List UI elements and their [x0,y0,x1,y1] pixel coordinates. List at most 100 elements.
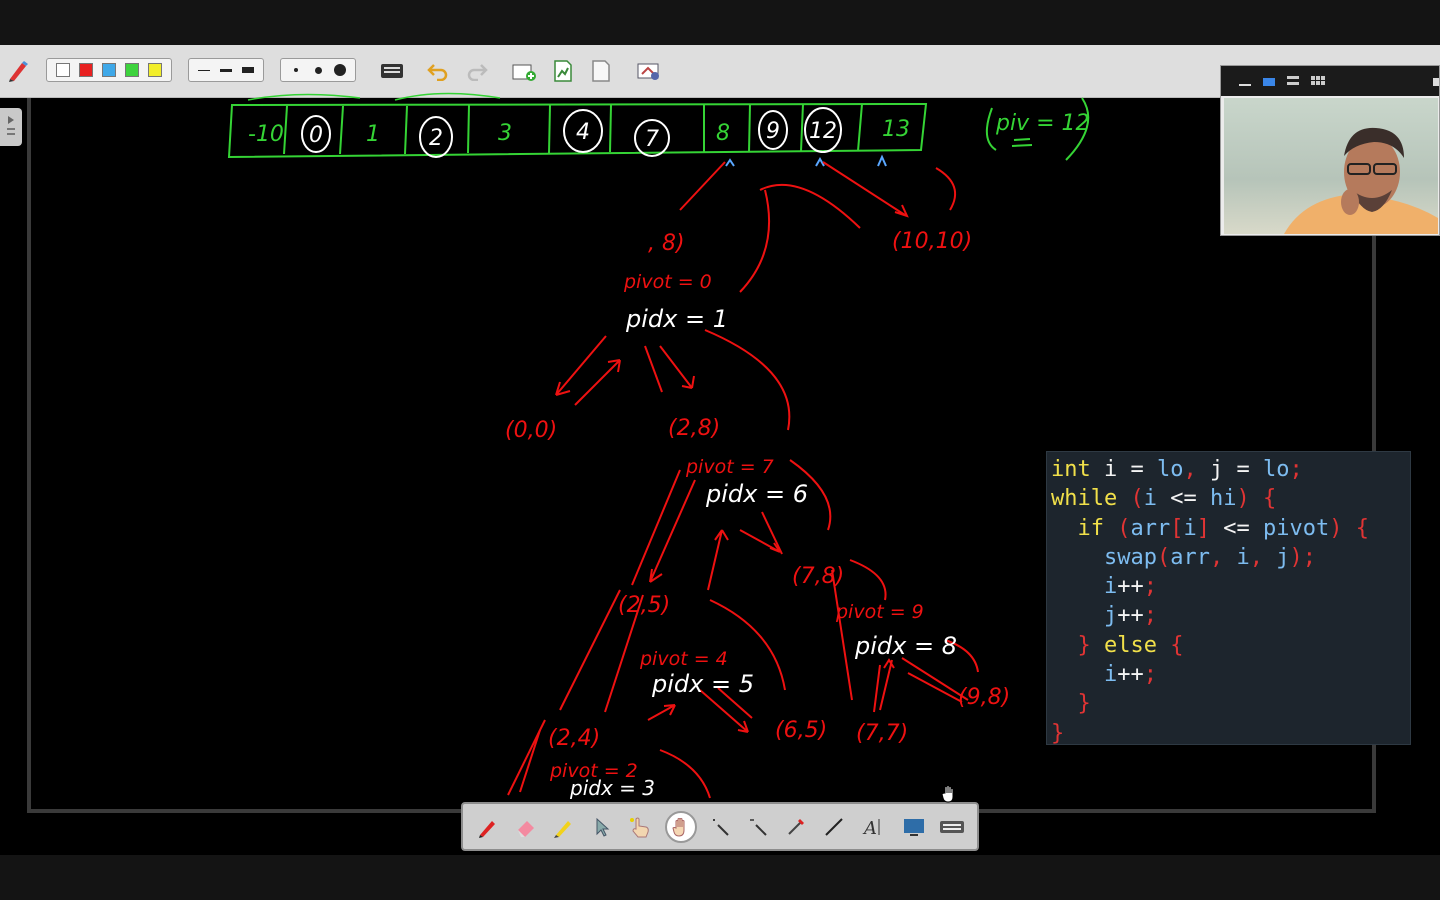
window-top-bar [0,0,1440,45]
code-token: , [1183,457,1210,482]
pan-hand-icon[interactable] [665,811,697,843]
zoom-in-icon[interactable] [707,814,733,840]
code-token: ++ [1117,603,1144,629]
color-swatch-white[interactable] [55,63,70,77]
code-token: , [1209,544,1237,570]
line-width-group [188,58,264,82]
eraser-icon[interactable] [513,814,539,840]
code-line: int i = lo, j = lo; [1051,455,1406,484]
code-token: = [1236,457,1263,482]
code-token: } [1051,720,1065,746]
screen-icon[interactable] [901,814,927,840]
zoom-out-icon[interactable] [745,814,771,840]
code-token: ] [1196,515,1224,541]
pen-tool-icon[interactable] [5,58,31,84]
code-token: ; [1143,574,1157,600]
color-swatch-green[interactable] [125,63,140,77]
code-token: ; [1143,662,1157,688]
code-token: } [1051,632,1104,658]
side-panel-toggle[interactable] [0,108,22,146]
code-token: ++ [1117,574,1144,600]
keyboard-icon[interactable] [379,58,405,84]
code-line: if (arr[i] <= pivot) { [1051,514,1406,543]
svg-text:A: A [862,818,877,838]
add-page-icon[interactable] [511,58,537,84]
line-width-thick[interactable] [239,67,257,73]
keyboard-icon[interactable] [939,814,965,840]
brush-icon[interactable] [783,814,809,840]
code-snippet-panel: int i = lo, j = lo; while (i <= hi) { if … [1046,451,1411,748]
code-token: ( [1117,515,1131,541]
code-token: ); [1289,544,1316,570]
code-token: int [1051,457,1104,482]
code-token: ++ [1117,662,1144,688]
list-icon[interactable] [1287,76,1299,85]
code-token: ) { [1236,486,1277,512]
code-token: swap [1051,544,1157,570]
color-swatch-yellow[interactable] [148,63,163,77]
code-token: j [1209,457,1237,482]
text-tool-icon[interactable]: A [861,814,887,840]
code-line: } else { [1051,631,1406,660]
minimize-icon[interactable] [1239,84,1251,86]
line-width-thin[interactable] [195,69,213,71]
export-page-icon[interactable] [550,58,576,84]
code-token: i [1183,515,1197,541]
redo-icon[interactable] [464,58,490,84]
line-icon[interactable] [821,814,847,840]
code-token: , [1249,544,1277,570]
code-token: ; [1143,603,1157,629]
color-swatch-blue[interactable] [101,63,116,77]
drawing-tools-bar: A [461,802,979,851]
grid-icon[interactable] [1311,76,1325,85]
dot-size-medium[interactable] [309,66,327,74]
dot-size-group [280,58,356,82]
dot-size-small[interactable] [287,68,305,72]
code-token: arr [1130,515,1171,541]
highlighter-icon[interactable] [551,814,577,840]
code-token: lo [1262,457,1290,482]
code-line: j++; [1051,601,1406,630]
code-token: j [1276,544,1290,570]
code-line: swap(arr, i, j); [1051,543,1406,572]
webcam-overlay[interactable] [1220,65,1440,236]
code-token: i [1103,457,1131,482]
code-line: i++; [1051,660,1406,689]
code-token: arr [1170,544,1210,570]
pen-icon[interactable] [475,814,501,840]
blank-page-icon[interactable] [588,58,614,84]
code-token: ( [1156,544,1171,570]
code-token: } [1051,691,1091,717]
color-palette [46,58,172,82]
screenshot-icon[interactable] [636,58,662,84]
code-token: else [1103,632,1171,658]
code-token: i [1051,574,1118,600]
code-line: i++; [1051,572,1406,601]
code-line: while (i <= hi) { [1051,484,1406,513]
color-swatch-red[interactable] [78,63,93,77]
webcam-video [1224,98,1438,234]
code-token: [ [1170,515,1184,541]
code-token: pivot [1262,515,1330,541]
code-line: } [1051,689,1406,718]
code-lines: int i = lo, j = lo; while (i <= hi) { if … [1051,455,1406,748]
line-width-medium[interactable] [217,68,235,72]
code-token: i [1236,544,1250,570]
code-token: ; [1289,457,1303,482]
presenter-silhouette [1284,127,1438,234]
webcam-controls [1221,66,1439,96]
code-token: ( [1130,486,1144,512]
code-token: j [1051,603,1118,629]
dot-size-large[interactable] [331,64,349,76]
code-token: ) { [1329,515,1369,541]
code-token: i [1051,662,1118,688]
pointer-hand-icon[interactable] [627,814,653,840]
code-token: <= [1223,515,1263,541]
cursor-hand-icon [941,785,954,803]
undo-icon[interactable] [425,58,451,84]
code-token: { [1170,632,1184,658]
select-arrow-icon[interactable] [589,814,615,840]
code-token: <= [1170,486,1210,512]
code-token: hi [1209,486,1237,512]
layout-icon[interactable] [1263,78,1275,86]
